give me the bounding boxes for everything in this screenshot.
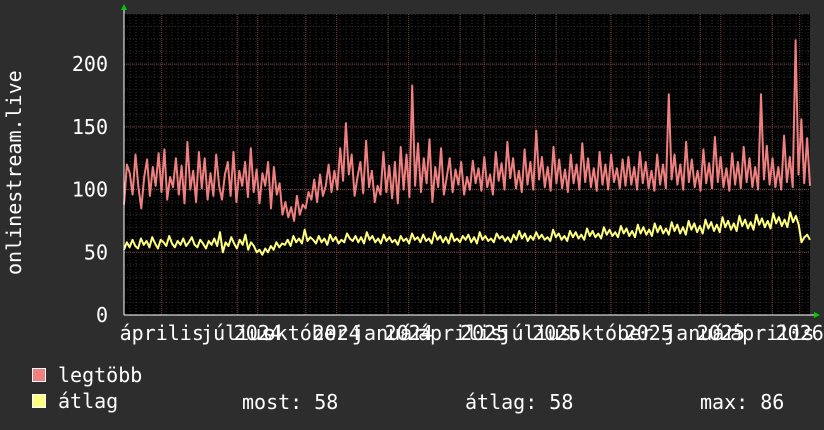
- y-tick-label: 100: [72, 178, 108, 202]
- y-tick-label: 0: [96, 303, 108, 327]
- chart-root: 0 50 100 150 200 április július 2024 október 2024…: [0, 0, 824, 430]
- y-axis-arrow: [121, 4, 127, 10]
- stat-max: max: 86: [700, 390, 785, 414]
- legend-swatch-atlag: [32, 394, 46, 408]
- legend-item-atlag: átlag: [32, 389, 119, 413]
- x-axis-arrow: [814, 312, 820, 318]
- legend-label-atlag: átlag: [58, 389, 119, 413]
- legend-item-legtobb: legtöbb: [32, 363, 143, 387]
- y-axis-label: onlinestream.live: [2, 70, 26, 275]
- y-tick-label: 50: [84, 240, 108, 264]
- x-tick-label: 2026: [776, 321, 824, 345]
- legend-label-legtobb: legtöbb: [58, 363, 143, 387]
- legend-swatch-legtobb: [32, 368, 46, 382]
- stat-avg: átlag: 58: [465, 390, 574, 414]
- stat-now: most: 58: [242, 390, 339, 414]
- y-tick-label: 150: [72, 115, 108, 139]
- y-tick-label: 200: [72, 52, 108, 76]
- x-tick-label: április: [120, 321, 204, 345]
